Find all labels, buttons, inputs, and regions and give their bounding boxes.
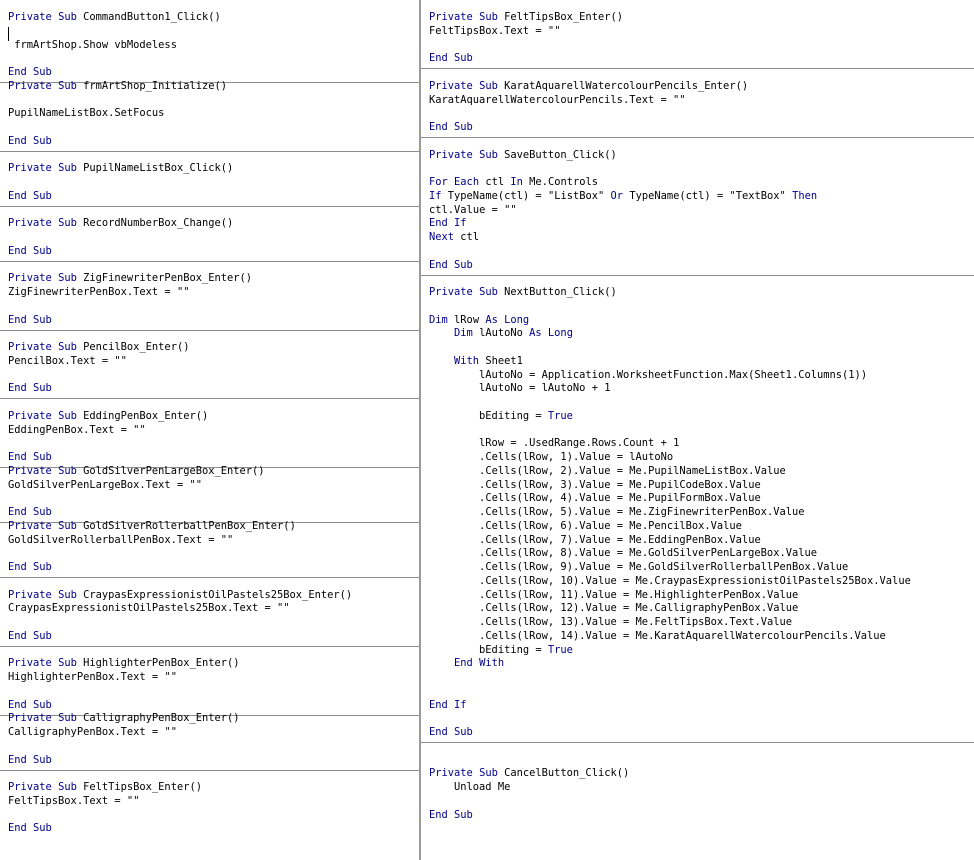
code-line: .Cells(lRow, 13).Value = Me.FeltTipsBox.… bbox=[479, 616, 792, 628]
code-line: HighlighterPenBox.Text = "" bbox=[8, 671, 177, 683]
code-line: If TypeName(ctl) = "ListBox" Or TypeName… bbox=[429, 189, 818, 202]
code-line: End Sub bbox=[8, 189, 52, 202]
code-line: Private Sub GoldSilverRollerballPenBox_E… bbox=[8, 519, 296, 532]
code-line: .Cells(lRow, 11).Value = Me.HighlighterP… bbox=[479, 588, 799, 601]
code-line: Private Sub CraypasExpressionistOilPaste… bbox=[8, 588, 353, 601]
code-line: .Cells(lRow, 6).Value = Me.PencilBox.Val… bbox=[479, 519, 742, 532]
procedure-separator bbox=[0, 577, 419, 578]
procedure-separator bbox=[0, 150, 419, 152]
code-line: GoldSilverPenLargeBox.Text = "" bbox=[8, 478, 202, 491]
code-line: Dim lAutoNo As Long bbox=[454, 327, 573, 340]
procedure-separator bbox=[421, 137, 974, 138]
code-line: Private Sub CommandButton1_Click() bbox=[8, 11, 221, 23]
code-line: Private Sub PupilNameListBox_Click() bbox=[8, 162, 234, 175]
procedure-separator bbox=[0, 645, 419, 647]
code-line: .Cells(lRow, 7).Value = Me.EddingPenBox.… bbox=[479, 533, 761, 546]
code-line: PupilNameListBox.SetFocus bbox=[8, 107, 165, 120]
procedure-separator bbox=[0, 329, 419, 331]
code-line: End Sub bbox=[8, 66, 52, 78]
code-line: bEditing = True bbox=[479, 409, 573, 422]
procedure-separator bbox=[421, 274, 974, 276]
code-pane-left[interactable]: Private Sub CommandButton1_Click() frmAr… bbox=[0, 0, 419, 860]
code-line: End Sub bbox=[8, 134, 52, 147]
code-line: With Sheet1 bbox=[454, 354, 523, 367]
code-line: Private Sub EddingPenBox_Enter() bbox=[8, 409, 209, 422]
code-line: PencilBox.Text = "" bbox=[8, 354, 127, 367]
procedure-separator bbox=[421, 68, 974, 70]
code-line: Private Sub ZigFinewriterPenBox_Enter() bbox=[8, 272, 253, 285]
code-line: Private Sub FeltTipsBox_Enter() bbox=[429, 11, 623, 23]
code-line: EddingPenBox.Text = "" bbox=[8, 423, 146, 436]
code-line: Private Sub KaratAquarellWatercolourPenc… bbox=[429, 79, 749, 92]
code-line: .Cells(lRow, 14).Value = Me.KaratAquarel… bbox=[479, 629, 886, 642]
code-line: Dim lRow As Long bbox=[429, 313, 530, 326]
code-line: Private Sub FeltTipsBox_Enter() bbox=[8, 781, 202, 793]
code-line: End Sub bbox=[429, 726, 473, 738]
code-line: Unload Me bbox=[454, 781, 511, 793]
code-line: GoldSilverRollerballPenBox.Text = "" bbox=[8, 533, 234, 546]
code-line: End Sub bbox=[8, 698, 52, 711]
code-line: End If bbox=[429, 217, 467, 230]
code-line: Private Sub HighlighterPenBox_Enter() bbox=[8, 657, 240, 670]
code-line: ZigFinewriterPenBox.Text = "" bbox=[8, 286, 190, 298]
code-line: End Sub bbox=[8, 506, 52, 518]
code-line: Next ctl bbox=[429, 231, 480, 243]
text-cursor bbox=[8, 27, 9, 41]
code-line: .Cells(lRow, 9).Value = Me.GoldSilverRol… bbox=[479, 561, 849, 573]
code-line: End Sub bbox=[8, 313, 52, 326]
code-line: End Sub bbox=[429, 52, 473, 65]
code-line: End Sub bbox=[8, 451, 52, 463]
code-line: frmArtShop.Show vbModeless bbox=[14, 38, 177, 51]
code-line: Private Sub NextButton_Click() bbox=[429, 286, 617, 298]
code-line: FeltTipsBox.Text = "" bbox=[8, 794, 140, 807]
code-line: End Sub bbox=[8, 629, 52, 642]
code-line: .Cells(lRow, 1).Value = lAutoNo bbox=[479, 451, 674, 463]
procedure-separator bbox=[0, 205, 419, 207]
code-line: End Sub bbox=[429, 258, 473, 271]
code-line: Private Sub CalligraphyPenBox_Enter() bbox=[8, 712, 240, 725]
code-line: .Cells(lRow, 2).Value = Me.PupilNameList… bbox=[479, 464, 786, 477]
code-line: .Cells(lRow, 4).Value = Me.PupilFormBox.… bbox=[479, 492, 761, 505]
code-line: Private Sub PencilBox_Enter() bbox=[8, 341, 190, 353]
code-line: End Sub bbox=[8, 382, 52, 395]
procedure-separator bbox=[0, 398, 419, 400]
code-line: FeltTipsBox.Text = "" bbox=[429, 24, 561, 37]
code-line: .Cells(lRow, 3).Value = Me.PupilCodeBox.… bbox=[479, 478, 761, 491]
code-line: bEditing = True bbox=[479, 643, 573, 656]
procedure-separator bbox=[0, 769, 419, 771]
code-line: lAutoNo = Application.WorksheetFunction.… bbox=[479, 368, 868, 381]
code-line: Private Sub CancelButton_Click() bbox=[429, 767, 630, 780]
code-line: .Cells(lRow, 12).Value = Me.CalligraphyP… bbox=[479, 602, 799, 615]
code-line: End Sub bbox=[429, 121, 473, 133]
code-line: .Cells(lRow, 8).Value = Me.GoldSilverPen… bbox=[479, 547, 817, 560]
code-line: KaratAquarellWatercolourPencils.Text = "… bbox=[429, 93, 686, 106]
code-line: CalligraphyPenBox.Text = "" bbox=[8, 726, 177, 738]
code-line: End Sub bbox=[8, 822, 52, 835]
code-line: lRow = .UsedRange.Rows.Count + 1 bbox=[479, 437, 680, 450]
code-line: End With bbox=[454, 657, 505, 670]
code-pane-right[interactable]: Private Sub FeltTipsBox_Enter() FeltTipsB… bbox=[421, 0, 974, 860]
code-line: For Each ctl In Me.Controls bbox=[429, 176, 598, 188]
code-line: .Cells(lRow, 5).Value = Me.ZigFinewriter… bbox=[479, 506, 805, 518]
code-line: lAutoNo = lAutoNo + 1 bbox=[479, 382, 611, 395]
code-line: .Cells(lRow, 10).Value = Me.CraypasExpre… bbox=[479, 574, 911, 587]
code-line: End Sub bbox=[429, 808, 473, 821]
code-line: Private Sub frmArtShop_Initialize() bbox=[8, 79, 228, 92]
code-line: Private Sub GoldSilverPenLargeBox_Enter(… bbox=[8, 464, 265, 477]
code-line: End Sub bbox=[8, 244, 52, 257]
code-line: Private Sub RecordNumberBox_Change() bbox=[8, 217, 234, 230]
code-line: ctl.Value = "" bbox=[429, 203, 517, 216]
procedure-separator bbox=[0, 260, 419, 262]
code-line: End Sub bbox=[8, 753, 52, 766]
code-line: Private Sub SaveButton_Click() bbox=[429, 148, 617, 161]
code-line: End If bbox=[429, 698, 467, 711]
code-line: CraypasExpressionistOilPastels25Box.Text… bbox=[8, 602, 290, 615]
code-line: End Sub bbox=[8, 561, 52, 573]
procedure-separator bbox=[421, 742, 974, 743]
